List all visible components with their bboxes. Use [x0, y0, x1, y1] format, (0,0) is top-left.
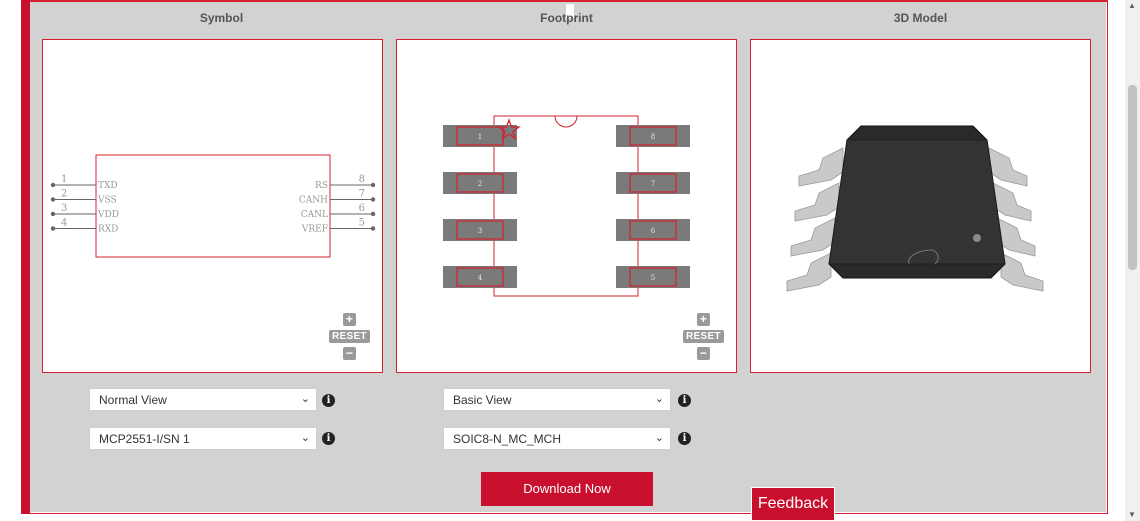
- symbol-pin-dot: [50, 182, 56, 188]
- info-icon[interactable]: i: [322, 394, 335, 407]
- scroll-up-arrow-icon[interactable]: ▲: [1128, 1, 1136, 10]
- footprint-pad-number: 2: [478, 180, 482, 188]
- symbol-pin-name: RS: [315, 181, 328, 191]
- footprint-pad-number: 6: [651, 227, 656, 235]
- symbol-pin-dot: [50, 211, 56, 217]
- symbol-pin-number: 8: [359, 174, 365, 185]
- info-icon[interactable]: i: [322, 432, 335, 445]
- footprint-pad-number: 8: [651, 133, 655, 141]
- symbol-pin-number: 4: [61, 218, 67, 229]
- scroll-down-arrow-icon[interactable]: ▼: [1128, 510, 1136, 519]
- footprint-name-value: SOIC8-N_MC_MCH: [453, 432, 562, 446]
- symbol-pin-number: 1: [61, 174, 67, 185]
- footprint-pad-number: 4: [478, 274, 483, 282]
- footprint-name-select[interactable]: SOIC8-N_MC_MCH ⌄: [443, 427, 671, 450]
- symbol-pin-dot: [370, 182, 376, 188]
- symbol-zoom-controls: + RESET −: [329, 313, 370, 360]
- model3d-panel[interactable]: [750, 39, 1091, 373]
- symbol-pin-name: VREF: [301, 225, 328, 235]
- symbol-panel[interactable]: 1 TXD 2 VSS 3 VDD 4 RXD 8 RS 7 CANH 6 CANL 5 VREF + RE…: [42, 39, 383, 373]
- footprint-pad-number: 1: [478, 133, 482, 141]
- footprint-title: Footprint: [540, 11, 593, 25]
- symbol-pin-name: TXD: [98, 181, 118, 191]
- reset-button[interactable]: RESET: [329, 330, 370, 343]
- chevron-down-icon: ⌄: [654, 432, 664, 444]
- symbol-title: Symbol: [199, 11, 244, 25]
- symbol-pin-number: 3: [61, 203, 67, 214]
- symbol-pin-dot: [50, 197, 56, 202]
- feedback-button[interactable]: Feedback: [751, 487, 835, 521]
- symbol-pin-dot: [370, 211, 376, 217]
- footprint-pad-number: 3: [478, 227, 482, 235]
- chip-3d-model: [786, 125, 1044, 292]
- scrollbar-thumb[interactable]: [1128, 85, 1137, 270]
- chevron-down-icon: ⌄: [300, 393, 310, 405]
- model3d-title: 3D Model: [893, 11, 948, 25]
- footprint-view-value: Basic View: [453, 393, 512, 407]
- symbol-pin-name: CANH: [299, 196, 328, 206]
- symbol-pin-number: 6: [359, 203, 365, 214]
- accent-stripe: [21, 0, 30, 514]
- footprint-view-select[interactable]: Basic View ⌄: [443, 388, 671, 411]
- symbol-pin-dot: [370, 226, 376, 231]
- footprint-panel[interactable]: 1 2 3 4 8 7 6 5 + RESET −: [396, 39, 737, 373]
- zoom-out-button[interactable]: −: [696, 347, 710, 360]
- symbol-pin-name: RXD: [98, 225, 118, 235]
- symbol-pin-name: CANL: [301, 210, 328, 220]
- symbol-view-value: Normal View: [99, 393, 167, 407]
- footprint-zoom-controls: + RESET −: [683, 313, 724, 360]
- footprint-pad-number: 5: [651, 274, 655, 282]
- download-now-button[interactable]: Download Now: [481, 472, 653, 506]
- info-icon[interactable]: i: [678, 432, 691, 445]
- reset-button[interactable]: RESET: [683, 330, 724, 343]
- footprint-pad-number: 7: [651, 180, 655, 188]
- info-icon[interactable]: i: [678, 394, 691, 407]
- zoom-in-button[interactable]: +: [696, 313, 710, 326]
- symbol-pin-dot: [50, 226, 56, 231]
- zoom-in-button[interactable]: +: [342, 313, 356, 326]
- chevron-down-icon: ⌄: [300, 432, 310, 444]
- zoom-out-button[interactable]: −: [342, 347, 356, 360]
- symbol-pin-number: 7: [359, 189, 365, 200]
- chevron-down-icon: ⌄: [654, 393, 664, 405]
- symbol-pin-dot: [370, 197, 376, 202]
- symbol-part-select[interactable]: MCP2551-I/SN 1 ⌄: [89, 427, 317, 450]
- symbol-pin-number: 2: [61, 189, 67, 200]
- symbol-pin-name: VDD: [97, 210, 119, 220]
- symbol-view-select[interactable]: Normal View ⌄: [89, 388, 317, 411]
- symbol-pin-number: 5: [359, 218, 365, 229]
- symbol-pin-name: VSS: [97, 196, 117, 206]
- symbol-part-value: MCP2551-I/SN 1: [99, 432, 190, 446]
